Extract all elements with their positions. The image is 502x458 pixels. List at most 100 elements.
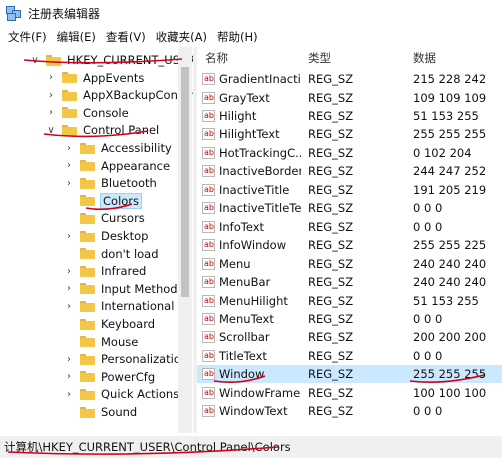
value-row[interactable]: ab Window REG_SZ 255 255 255 — [197, 365, 502, 384]
expand-arrow-icon[interactable]: › — [64, 301, 74, 312]
tree-item[interactable]: › Accessibility — [64, 139, 172, 157]
values-list-pane[interactable]: 名称 类型 数据 ab GradientInacti... REG_SZ 215 22… — [197, 47, 502, 433]
value-data: 240 240 240 — [413, 275, 487, 290]
collapse-arrow-icon[interactable]: ∨ — [30, 55, 40, 66]
value-row[interactable]: ab Hilight REG_SZ 51 153 255 — [197, 107, 502, 125]
tree-item[interactable]: › AppEvents — [46, 69, 144, 87]
tree-item[interactable]: › International — [64, 297, 174, 315]
tree-item[interactable]: Mouse — [64, 333, 138, 351]
tree-item[interactable]: › Appearance — [64, 157, 170, 175]
column-header-type[interactable]: 类型 — [308, 47, 331, 69]
expand-arrow-icon[interactable]: › — [64, 354, 74, 365]
value-type: REG_SZ — [308, 275, 354, 290]
menu-favorites[interactable]: 收藏夹(A) — [156, 29, 207, 45]
expand-arrow-icon[interactable]: › — [64, 231, 74, 242]
value-row[interactable]: ab Scrollbar REG_SZ 200 200 200 — [197, 328, 502, 346]
value-row[interactable]: ab InactiveTitleText REG_SZ 0 0 0 — [197, 199, 502, 217]
value-row[interactable]: ab TitleText REG_SZ 0 0 0 — [197, 347, 502, 365]
tree-item[interactable]: › Input Method — [64, 280, 178, 298]
tree-item[interactable]: Keyboard — [64, 315, 155, 333]
tree-item-label: International — [101, 299, 175, 314]
expand-arrow-icon[interactable]: › — [64, 143, 74, 154]
string-value-icon: ab — [202, 312, 215, 325]
string-value-icon: ab — [202, 128, 215, 141]
value-type: REG_SZ — [308, 330, 354, 345]
value-type: REG_SZ — [308, 219, 354, 234]
expand-arrow-icon[interactable]: › — [64, 371, 74, 382]
string-value-icon: ab — [202, 146, 215, 159]
expand-arrow-icon[interactable]: › — [46, 90, 56, 101]
tree-item[interactable]: ∨ Control Panel — [46, 121, 159, 139]
tree-item[interactable]: Cursors — [64, 209, 145, 227]
tree-item[interactable]: › Infrared — [64, 262, 146, 280]
tree-item[interactable]: don't load — [64, 245, 159, 263]
tree-item-label: AppXBackupConter — [83, 88, 193, 103]
tree-item[interactable]: Colors — [64, 192, 143, 210]
expand-arrow-icon[interactable]: › — [46, 72, 56, 83]
folder-icon — [62, 107, 77, 119]
value-row[interactable]: ab WindowText REG_SZ 0 0 0 — [197, 402, 502, 420]
regedit-app-icon — [6, 6, 22, 21]
tree-item[interactable]: › Personalization — [64, 350, 188, 368]
value-row[interactable]: ab MenuBar REG_SZ 240 240 240 — [197, 273, 502, 291]
value-name: MenuText — [219, 311, 274, 326]
expand-arrow-icon[interactable]: › — [64, 178, 74, 189]
expand-arrow-icon[interactable]: › — [46, 107, 56, 118]
folder-icon — [80, 283, 95, 295]
tree-item[interactable]: › PowerCfg — [64, 368, 155, 386]
tree-item[interactable]: ∨ HKEY_CURRENT_USER — [30, 51, 193, 69]
value-data: 51 153 255 — [413, 293, 479, 308]
value-row[interactable]: ab HotTrackingC... REG_SZ 0 102 204 — [197, 144, 502, 162]
value-row[interactable]: ab GrayText REG_SZ 109 109 109 — [197, 88, 502, 106]
expand-arrow-icon[interactable]: › — [64, 389, 74, 400]
folder-icon — [80, 406, 95, 418]
tree-item[interactable]: › Console — [46, 104, 129, 122]
menu-file[interactable]: 文件(F) — [8, 29, 47, 45]
value-data: 0 0 0 — [413, 311, 443, 326]
folder-icon — [80, 212, 95, 224]
value-row[interactable]: ab WindowFrame REG_SZ 100 100 100 — [197, 384, 502, 402]
value-name: MenuHilight — [219, 293, 288, 308]
folder-icon — [80, 371, 95, 383]
folder-icon — [80, 160, 95, 172]
value-name: WindowFrame — [219, 385, 301, 400]
expand-arrow-icon[interactable]: › — [64, 266, 74, 277]
expand-arrow-icon[interactable]: › — [64, 160, 74, 171]
menu-edit[interactable]: 编辑(E) — [57, 29, 96, 45]
tree-item[interactable]: › Quick Actions — [64, 385, 179, 403]
key-tree-pane[interactable]: ∨ HKEY_CURRENT_USER › AppEvents › AppXBackupC… — [0, 47, 193, 433]
tree-item[interactable]: Sound — [64, 403, 137, 421]
menu-view[interactable]: 查看(V) — [106, 29, 146, 45]
value-data: 244 247 252 — [413, 164, 487, 179]
value-row[interactable]: ab InactiveTitle REG_SZ 191 205 219 — [197, 181, 502, 199]
value-row[interactable]: ab InactiveBorder REG_SZ 244 247 252 — [197, 162, 502, 180]
value-row[interactable]: ab InfoText REG_SZ 0 0 0 — [197, 218, 502, 236]
collapse-arrow-icon[interactable]: ∨ — [46, 125, 56, 136]
value-name: InfoWindow — [219, 238, 287, 253]
tree-item[interactable]: › AppXBackupConter — [46, 86, 193, 104]
column-header-name[interactable]: 名称 — [205, 47, 228, 69]
tree-scroll-thumb[interactable] — [181, 67, 189, 297]
value-row[interactable]: ab GradientInacti... REG_SZ 215 228 242 — [197, 70, 502, 88]
tree-item[interactable]: › Bluetooth — [64, 174, 157, 192]
window-title: 注册表编辑器 — [28, 6, 101, 21]
menu-help[interactable]: 帮助(H) — [217, 29, 258, 45]
value-type: REG_SZ — [308, 145, 354, 160]
value-row[interactable]: ab InfoWindow REG_SZ 255 255 225 — [197, 236, 502, 254]
column-header-data[interactable]: 数据 — [413, 47, 436, 69]
value-row[interactable]: ab MenuText REG_SZ 0 0 0 — [197, 310, 502, 328]
value-row[interactable]: ab MenuHilight REG_SZ 51 153 255 — [197, 291, 502, 309]
tree-item-label: Bluetooth — [101, 176, 157, 191]
value-row[interactable]: ab Menu REG_SZ 240 240 240 — [197, 255, 502, 273]
expand-arrow-icon[interactable]: › — [64, 283, 74, 294]
tree-item[interactable]: › Desktop — [64, 227, 148, 245]
tree-vertical-scrollbar[interactable] — [178, 47, 192, 433]
value-row[interactable]: ab HilightText REG_SZ 255 255 255 — [197, 125, 502, 143]
value-type: REG_SZ — [308, 109, 354, 124]
value-data: 255 255 255 — [413, 367, 487, 382]
folder-icon — [80, 318, 95, 330]
